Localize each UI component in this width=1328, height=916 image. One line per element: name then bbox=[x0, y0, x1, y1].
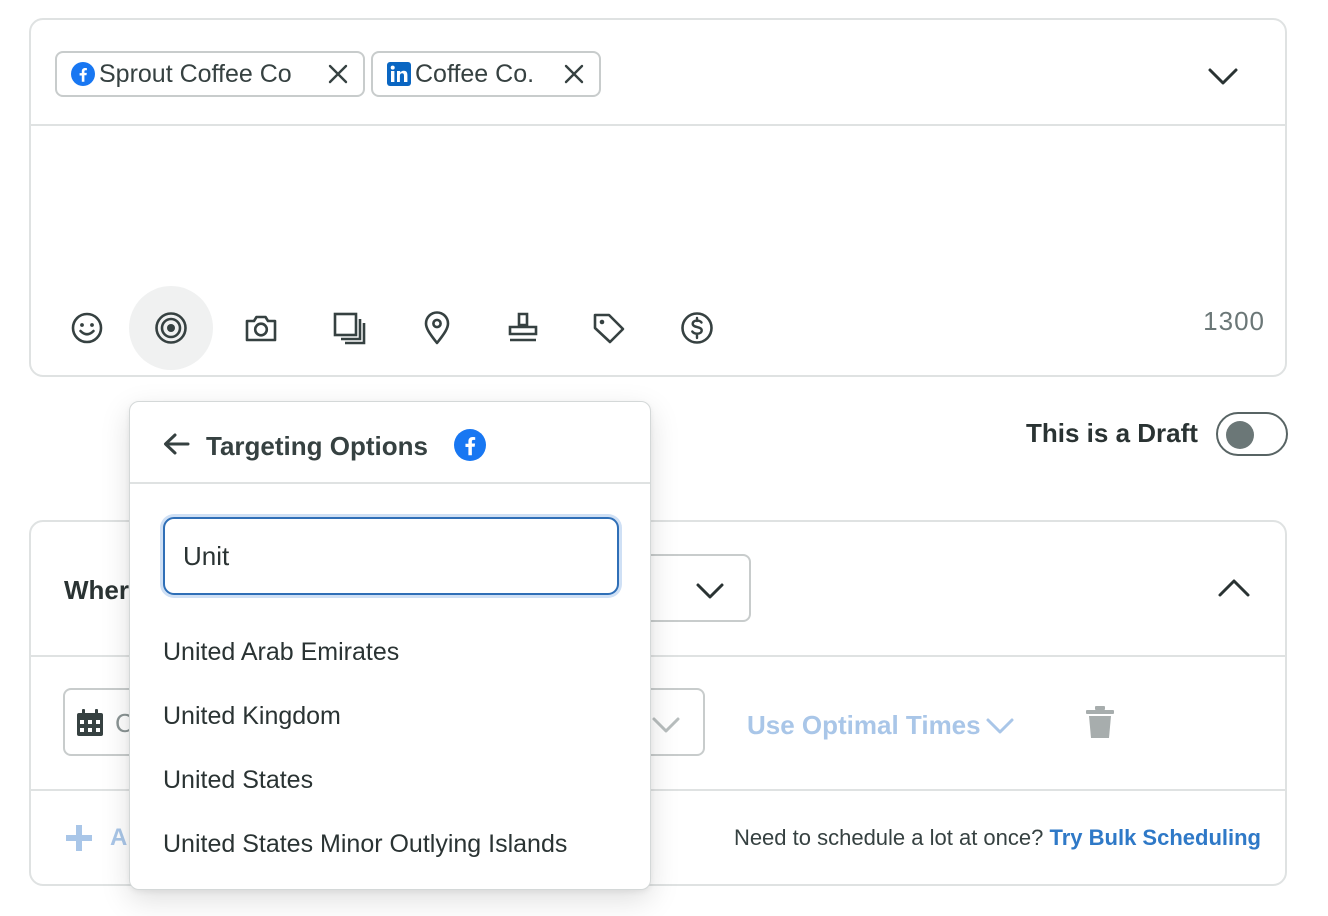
composer-toolbar bbox=[31, 286, 1285, 370]
add-time-label: A bbox=[110, 824, 128, 851]
targeting-search-input[interactable] bbox=[163, 517, 619, 595]
draft-toggle[interactable] bbox=[1216, 412, 1288, 456]
popover-title: Targeting Options bbox=[206, 431, 428, 461]
trash-icon[interactable] bbox=[1085, 705, 1115, 739]
bulk-scheduling-note: Need to schedule a lot at once? Try Bulk… bbox=[734, 825, 1261, 851]
popover-header: Targeting Options bbox=[130, 402, 650, 484]
list-item[interactable]: United States Minor Outlying Islands bbox=[130, 812, 650, 876]
targeting-options-popover: Targeting Options United Arab Emirates U… bbox=[129, 401, 651, 890]
optimal-times-label: Use Optimal Times bbox=[747, 710, 981, 740]
targeting-button[interactable] bbox=[129, 286, 213, 370]
add-time-button[interactable]: A bbox=[64, 823, 127, 853]
targeting-search-focus-ring bbox=[160, 514, 622, 598]
stamp-icon bbox=[508, 312, 538, 342]
facebook-icon bbox=[454, 429, 486, 461]
use-optimal-times-button[interactable]: Use Optimal Times bbox=[747, 710, 1015, 741]
location-button[interactable] bbox=[395, 286, 479, 370]
toggle-knob bbox=[1226, 421, 1254, 449]
profile-chip-coffee-co: Coffee Co. bbox=[371, 51, 601, 97]
list-item[interactable]: United Arab Emirates bbox=[130, 620, 650, 684]
tag-icon bbox=[593, 313, 625, 344]
close-icon[interactable] bbox=[563, 63, 585, 85]
bulk-prompt: Need to schedule a lot at once? bbox=[733, 825, 1044, 850]
profile-chip-label: Coffee Co. bbox=[415, 59, 535, 88]
close-icon[interactable] bbox=[327, 63, 349, 85]
profile-chip-sprout-coffee-co: Sprout Coffee Co bbox=[55, 51, 365, 97]
camera-icon bbox=[245, 315, 277, 342]
composer-card: Sprout Coffee Co Coffee Co. 1300 bbox=[29, 18, 1287, 377]
approval-stamp-button[interactable] bbox=[481, 286, 565, 370]
chevron-down-icon bbox=[652, 717, 680, 733]
photo-button[interactable] bbox=[219, 286, 303, 370]
character-counter: 1300 bbox=[1203, 306, 1265, 336]
bulk-scheduling-link[interactable]: Try Bulk Scheduling bbox=[1050, 825, 1261, 850]
boost-button[interactable] bbox=[655, 286, 739, 370]
profile-selector[interactable]: Sprout Coffee Co Coffee Co. bbox=[31, 20, 1285, 126]
chevron-down-icon[interactable] bbox=[1207, 64, 1239, 88]
chevron-down-icon bbox=[986, 718, 1014, 733]
linkedin-icon bbox=[387, 62, 411, 86]
list-item[interactable]: United Kingdom bbox=[130, 684, 650, 748]
targeting-icon bbox=[155, 312, 187, 344]
chevron-down-icon bbox=[696, 583, 724, 599]
list-item[interactable]: United States bbox=[130, 748, 650, 812]
arrow-left-icon[interactable] bbox=[162, 432, 190, 456]
chevron-up-icon[interactable] bbox=[1217, 576, 1251, 600]
emoji-button[interactable] bbox=[45, 286, 129, 370]
location-icon bbox=[424, 311, 450, 345]
calendar-icon bbox=[77, 709, 103, 736]
targeting-results-list: United Arab Emirates United Kingdom Unit… bbox=[130, 620, 650, 876]
profile-chip-label: Sprout Coffee Co bbox=[99, 59, 292, 88]
media-library-button[interactable] bbox=[307, 286, 391, 370]
when-label: Wher bbox=[64, 575, 129, 605]
draft-label: This is a Draft bbox=[1026, 418, 1198, 448]
plus-icon bbox=[66, 825, 92, 851]
dollar-icon bbox=[681, 312, 713, 344]
tag-button[interactable] bbox=[567, 286, 651, 370]
facebook-icon bbox=[71, 62, 95, 86]
gallery-icon bbox=[333, 312, 366, 345]
emoji-icon bbox=[71, 312, 103, 344]
